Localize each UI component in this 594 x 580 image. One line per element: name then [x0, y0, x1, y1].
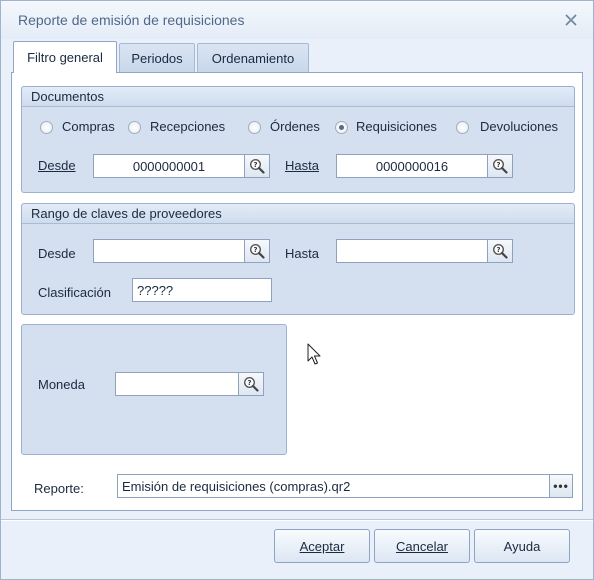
- documentos-desde-label: Desde: [38, 158, 76, 173]
- help-button-label: Ayuda: [503, 538, 541, 554]
- documentos-desde-lookup-button[interactable]: ?: [244, 154, 270, 178]
- proveedores-desde-input[interactable]: [93, 239, 245, 263]
- help-button[interactable]: Ayuda: [474, 529, 570, 563]
- tab-ordenamiento[interactable]: Ordenamiento: [197, 43, 309, 72]
- magnifier-question-icon: ?: [249, 243, 265, 259]
- proveedores-desde-lookup-button[interactable]: ?: [244, 239, 270, 263]
- moneda-group: Moneda ?: [21, 324, 287, 455]
- moneda-lookup-button[interactable]: ?: [238, 372, 264, 396]
- mouse-pointer-icon: [307, 343, 321, 365]
- window-title: Reporte de emisión de requisiciones: [18, 12, 245, 28]
- tab-filtro-general[interactable]: Filtro general: [13, 41, 117, 73]
- radio-requisiciones[interactable]: [335, 121, 348, 134]
- report-dialog: Reporte de emisión de requisiciones Filt…: [0, 0, 594, 580]
- close-icon: [565, 14, 577, 26]
- radio-devoluciones-label: Devoluciones: [480, 119, 559, 134]
- tab-periodos[interactable]: Periodos: [119, 43, 195, 72]
- documentos-hasta-lookup-button[interactable]: ?: [487, 154, 513, 178]
- magnifier-question-icon: ?: [243, 376, 259, 392]
- radio-compras[interactable]: [40, 121, 53, 134]
- moneda-input[interactable]: [115, 372, 240, 396]
- documentos-desde-input[interactable]: [93, 154, 245, 178]
- cancel-button-label: Cancelar: [395, 538, 449, 554]
- proveedores-hasta-label: Hasta: [285, 246, 319, 261]
- magnifier-question-icon: ?: [492, 243, 508, 259]
- proveedores-group-title: Rango de claves de proveedores: [22, 204, 574, 224]
- title-bar: Reporte de emisión de requisiciones: [1, 1, 593, 39]
- svg-text:?: ?: [247, 379, 251, 387]
- reporte-browse-button[interactable]: •••: [549, 474, 573, 498]
- clasificacion-label: Clasificación: [38, 285, 111, 300]
- svg-text:?: ?: [496, 161, 500, 169]
- close-button[interactable]: [563, 12, 579, 28]
- tab-label: Ordenamiento: [211, 50, 295, 66]
- proveedores-hasta-lookup-button[interactable]: ?: [487, 239, 513, 263]
- tab-label: Periodos: [131, 50, 183, 66]
- radio-devoluciones[interactable]: [456, 121, 469, 134]
- svg-text:?: ?: [496, 246, 500, 254]
- documentos-group-title: Documentos: [22, 87, 574, 107]
- radio-recepciones-label: Recepciones: [150, 119, 226, 134]
- tab-panel-filtro-general: Documentos Compras Recepciones Órdenes R…: [11, 72, 583, 511]
- proveedores-group: Rango de claves de proveedores Desde ? H…: [21, 203, 575, 315]
- proveedores-desde-label: Desde: [38, 246, 76, 261]
- proveedores-hasta-input[interactable]: [336, 239, 488, 263]
- moneda-label: Moneda: [38, 377, 85, 392]
- accept-button[interactable]: Aceptar: [274, 529, 370, 563]
- magnifier-question-icon: ?: [492, 158, 508, 174]
- documentos-hasta-label: Hasta: [285, 158, 319, 173]
- tab-label: Filtro general: [27, 50, 103, 65]
- cancel-button[interactable]: Cancelar: [374, 529, 470, 563]
- reporte-input[interactable]: [117, 474, 550, 498]
- magnifier-question-icon: ?: [249, 158, 265, 174]
- documentos-group: Documentos Compras Recepciones Órdenes R…: [21, 86, 575, 193]
- footer-separator: [1, 519, 593, 521]
- radio-recepciones[interactable]: [128, 121, 141, 134]
- clasificacion-input[interactable]: [132, 278, 272, 302]
- svg-text:?: ?: [253, 246, 257, 254]
- svg-text:?: ?: [253, 161, 257, 169]
- ellipsis-icon: •••: [553, 479, 569, 493]
- reporte-label: Reporte:: [34, 481, 84, 496]
- radio-compras-label: Compras: [62, 119, 115, 134]
- documentos-hasta-input[interactable]: [336, 154, 488, 178]
- radio-requisiciones-label: Requisiciones: [356, 119, 437, 134]
- radio-ordenes[interactable]: [248, 121, 261, 134]
- accept-button-label: Aceptar: [299, 538, 345, 554]
- radio-ordenes-label: Órdenes: [270, 119, 320, 134]
